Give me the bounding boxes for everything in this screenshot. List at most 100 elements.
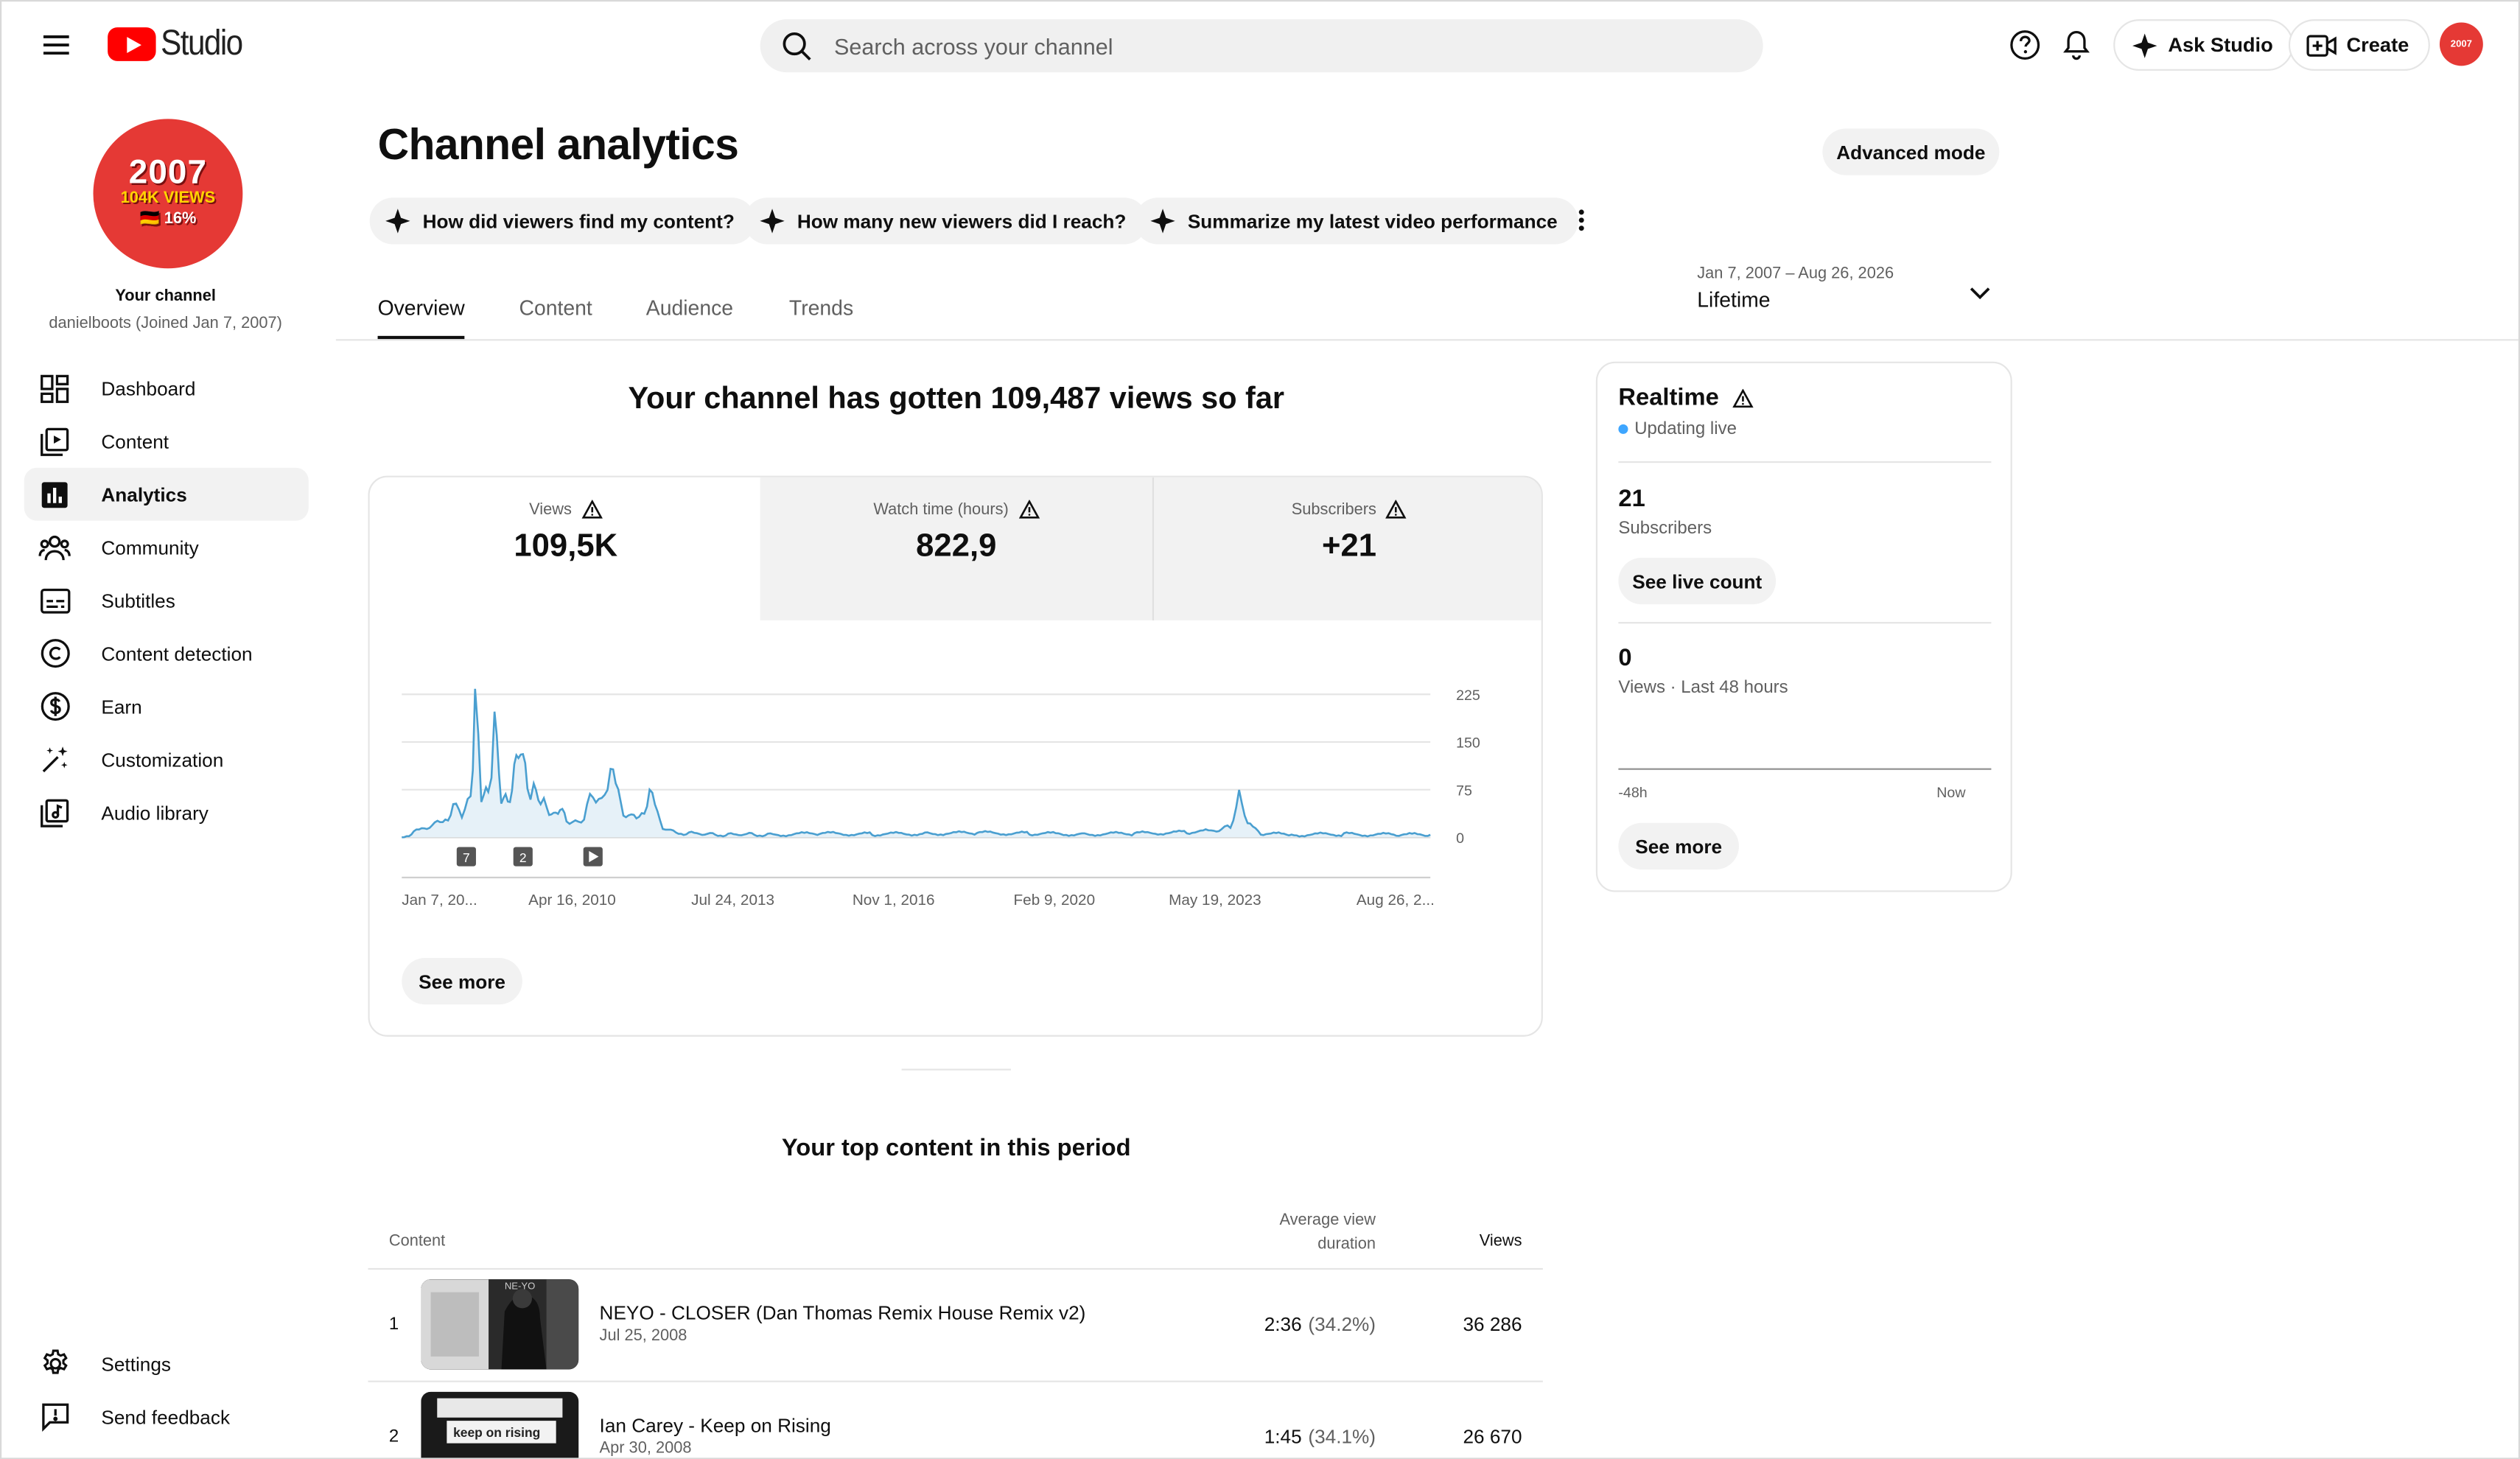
views-line-chart[interactable]: 0 75 150 225 7 2 Jan 7, 20... Apr 16, 2010 Jul 2… xyxy=(370,620,1541,942)
sidebar-item-settings[interactable]: Settings xyxy=(24,1337,309,1390)
create-button[interactable]: Create xyxy=(2288,19,2430,71)
realtime-card: Realtime Updating live 21 Subscribers Se… xyxy=(1595,361,2012,892)
table-row[interactable]: 1 NE-YO NEYO - CLOSER (Dan Thomas Remix … xyxy=(368,1267,1543,1381)
search-bar[interactable] xyxy=(760,19,1763,73)
content-icon xyxy=(24,427,85,455)
sidebar-item-label: Earn xyxy=(101,695,142,718)
marker-label: 7 xyxy=(463,850,470,865)
realtime-chart-axis xyxy=(1618,768,1992,770)
realtime-title: Realtime xyxy=(1618,384,1753,411)
tab-content[interactable]: Content xyxy=(519,295,592,320)
realtime-views-value: 0 xyxy=(1618,644,1632,672)
more-vert-icon[interactable] xyxy=(1567,203,1596,238)
sidebar: 2007 104K VIEWS 🇩🇪 16% Your channel dani… xyxy=(1,88,336,1458)
x-tick-label: Jan 7, 20... xyxy=(402,892,477,909)
date-range-label[interactable]: Lifetime xyxy=(1697,287,1770,312)
sidebar-item-dashboard[interactable]: Dashboard xyxy=(24,362,309,415)
sidebar-item-audio-library[interactable]: Audio library xyxy=(24,786,309,839)
metric-tab-watch-time[interactable]: Watch time (hours) 822,9 xyxy=(760,477,1152,620)
sidebar-item-content[interactable]: Content xyxy=(24,415,309,468)
hamburger-menu-icon[interactable] xyxy=(34,23,79,68)
studio-logo[interactable]: Studio xyxy=(108,22,253,63)
create-label: Create xyxy=(2346,33,2409,57)
help-icon[interactable] xyxy=(2006,26,2044,64)
sidebar-item-label: Analytics xyxy=(101,483,187,505)
community-icon xyxy=(24,533,85,561)
avg-view-duration: 2:36 (34.2%) xyxy=(1264,1313,1376,1336)
logo-text: Studio xyxy=(161,22,243,63)
live-status-text: Updating live xyxy=(1634,419,1737,439)
account-avatar[interactable]: 2007 xyxy=(2439,22,2483,66)
search-input[interactable] xyxy=(834,32,1670,59)
sidebar-item-content-detection[interactable]: Content detection xyxy=(24,627,309,680)
chevron-down-icon[interactable] xyxy=(1966,278,1995,307)
row-views: 36 286 xyxy=(1463,1312,1522,1336)
column-header-views[interactable]: Views xyxy=(1448,1233,1522,1250)
realtime-subscribers-label: Subscribers xyxy=(1618,519,1712,539)
account-avatar-text: 2007 xyxy=(2450,39,2472,49)
see-live-count-button[interactable]: See live count xyxy=(1618,557,1777,605)
y-tick-label: 0 xyxy=(1456,830,1464,847)
sidebar-item-label: Content detection xyxy=(101,642,253,665)
channel-avatar[interactable]: 2007 104K VIEWS 🇩🇪 16% xyxy=(93,119,243,269)
sidebar-item-send-feedback[interactable]: Send feedback xyxy=(24,1390,309,1444)
column-header-avd[interactable]: Average view duration xyxy=(1223,1208,1376,1256)
date-range-text[interactable]: Jan 7, 2007 – Aug 26, 2026 xyxy=(1697,265,1894,283)
video-date: Apr 30, 2008 xyxy=(599,1440,692,1458)
channel-subtitle: danielboots (Joined Jan 7, 2007) xyxy=(49,315,282,333)
tab-trends[interactable]: Trends xyxy=(789,295,853,320)
x-tick-label: Feb 9, 2020 xyxy=(1014,892,1096,909)
notifications-bell-icon[interactable] xyxy=(2057,26,2096,64)
live-status: Updating live xyxy=(1618,419,1737,438)
sidebar-item-label: Audio library xyxy=(101,801,209,824)
search-icon[interactable] xyxy=(760,29,834,62)
sidebar-item-label: Customization xyxy=(101,748,224,771)
realtime-axis-start: -48h xyxy=(1618,784,1648,801)
row-divider xyxy=(368,1267,1543,1270)
sidebar-item-subtitles[interactable]: Subtitles xyxy=(24,574,309,627)
video-thumbnail[interactable]: keep on rising xyxy=(421,1391,579,1458)
page-title: Channel analytics xyxy=(377,120,739,169)
metric-value: 109,5K xyxy=(514,528,618,564)
analytics-icon xyxy=(24,480,85,508)
ask-studio-button[interactable]: Ask Studio xyxy=(2113,19,2295,71)
table-row[interactable]: 2 keep on rising Ian Carey - Keep on Ris… xyxy=(368,1380,1543,1458)
video-title[interactable]: Ian Carey - Keep on Rising xyxy=(600,1414,831,1437)
metric-label: Subscribers xyxy=(1291,500,1376,519)
realtime-views-label: Views · Last 48 hours xyxy=(1618,678,1788,698)
channel-title: Your channel xyxy=(115,287,216,306)
dashboard-icon xyxy=(24,374,85,402)
metric-tab-views[interactable]: Views 109,5K xyxy=(370,477,762,620)
sidebar-item-label: Send feedback xyxy=(101,1405,231,1428)
see-more-button[interactable]: See more xyxy=(402,957,522,1005)
realtime-subscribers-value: 21 xyxy=(1618,485,1645,513)
video-title[interactable]: NEYO - CLOSER (Dan Thomas Remix House Re… xyxy=(600,1302,1086,1325)
subtitles-icon xyxy=(24,587,85,613)
sidebar-item-label: Community xyxy=(101,536,199,559)
warning-icon xyxy=(1732,388,1753,407)
tab-audience[interactable]: Audience xyxy=(646,295,733,320)
column-header-avd-line1: Average view xyxy=(1279,1211,1376,1230)
tab-overview[interactable]: Overview xyxy=(378,295,465,320)
column-header-content[interactable]: Content xyxy=(389,1233,445,1250)
sidebar-item-community[interactable]: Community xyxy=(24,521,309,574)
chip-label: How many new viewers did I reach? xyxy=(797,209,1127,233)
x-tick-label: May 19, 2023 xyxy=(1169,892,1261,909)
ask-studio-label: Ask Studio xyxy=(2168,33,2273,57)
suggestion-chip-summarize[interactable]: Summarize my latest video performance xyxy=(1134,197,1579,245)
realtime-see-more-button[interactable]: See more xyxy=(1618,822,1739,870)
suggestion-chip-find-content[interactable]: How did viewers find my content? xyxy=(369,197,756,245)
sidebar-item-earn[interactable]: Earn xyxy=(24,680,309,733)
advanced-mode-button[interactable]: Advanced mode xyxy=(1822,128,2000,175)
metric-tab-subscribers[interactable]: Subscribers +21 xyxy=(1152,477,1541,620)
channel-avatar-line1: 2007 xyxy=(128,154,208,192)
sidebar-item-label: Settings xyxy=(101,1352,171,1375)
sidebar-item-analytics[interactable]: Analytics xyxy=(24,467,309,521)
sidebar-item-customization[interactable]: Customization xyxy=(24,733,309,786)
sidebar-item-label: Dashboard xyxy=(101,377,196,400)
suggestion-chip-new-viewers[interactable]: How many new viewers did I reach? xyxy=(743,197,1147,245)
video-thumbnail[interactable]: NE-YO xyxy=(421,1279,579,1370)
sidebar-item-label: Subtitles xyxy=(101,589,175,612)
realtime-axis-end: Now xyxy=(1936,784,1966,801)
feedback-icon xyxy=(24,1402,85,1432)
